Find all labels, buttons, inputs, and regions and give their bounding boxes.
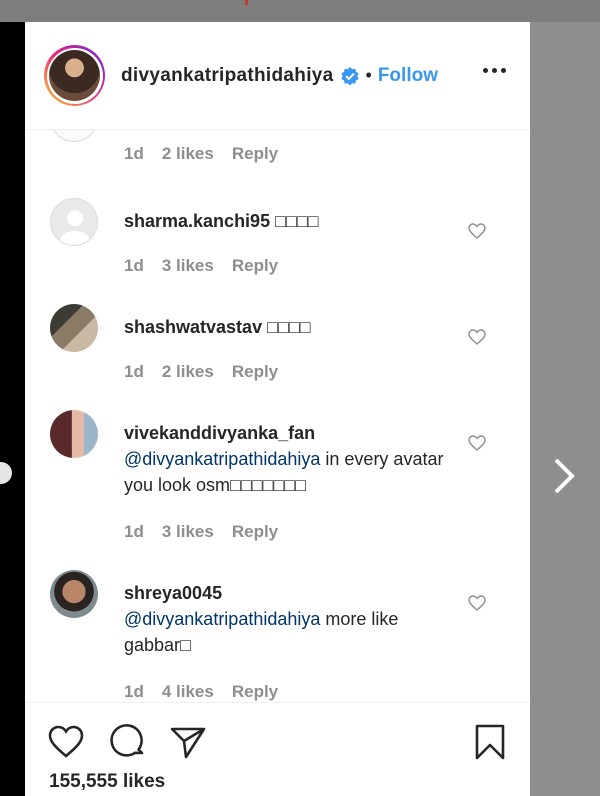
top-comment-meta: 1d 2 likes Reply xyxy=(124,144,278,164)
comment-username[interactable]: shashwatvastav xyxy=(124,317,262,337)
comment-avatar[interactable] xyxy=(50,570,98,618)
comment-text: shashwatvastav □□□□ xyxy=(124,314,454,340)
comment-avatar[interactable] xyxy=(50,304,98,352)
header-separator: • xyxy=(365,65,372,85)
post-header: divyankatripathidahiya • Follow xyxy=(25,22,530,130)
like-comment-heart-icon[interactable] xyxy=(468,594,486,612)
reply-button[interactable]: Reply xyxy=(232,256,278,276)
comment-username[interactable]: sharma.kanchi95 xyxy=(124,211,270,231)
comment-username[interactable]: shreya0045 xyxy=(124,580,454,606)
more-options-icon[interactable] xyxy=(483,68,506,73)
reply-button[interactable]: Reply xyxy=(232,522,278,542)
default-avatar-icon xyxy=(60,210,90,245)
previous-media-edge xyxy=(0,22,25,796)
like-heart-icon[interactable] xyxy=(47,723,85,761)
like-comment-heart-icon[interactable] xyxy=(468,222,486,240)
post-action-bar: 155,555 likes xyxy=(25,702,530,796)
avatar-photo xyxy=(49,50,100,101)
comments-list[interactable]: 1d 2 likes Reply sharma.kanchi95 □□□□ 1d… xyxy=(25,130,530,702)
save-bookmark-icon[interactable] xyxy=(471,723,509,761)
comment-likes[interactable]: 2 likes xyxy=(162,362,214,382)
comment-time: 1d xyxy=(124,144,144,163)
profile-username[interactable]: divyankatripathidahiya xyxy=(121,65,334,87)
comment-likes[interactable]: 3 likes xyxy=(162,522,214,542)
comment-meta: 1d 2 likes Reply xyxy=(124,362,278,382)
comment-content: □□□□ xyxy=(275,211,319,231)
comment-time: 1d xyxy=(124,522,144,541)
like-comment-heart-icon[interactable] xyxy=(468,328,486,346)
comment-likes[interactable]: 3 likes xyxy=(162,256,214,276)
comment-meta: 1d 3 likes Reply xyxy=(124,256,278,276)
comment-time: 1d xyxy=(124,682,144,701)
comment-likes[interactable]: 4 likes xyxy=(162,682,214,702)
follow-button[interactable]: Follow xyxy=(378,65,438,87)
profile-avatar[interactable] xyxy=(44,45,105,106)
comment-mention-link[interactable]: @divyankatripathidahiya xyxy=(124,449,320,469)
post-likes-count[interactable]: 155,555 likes xyxy=(49,771,165,793)
comment-avatar[interactable] xyxy=(50,410,98,458)
comment-meta: 1d 4 likes Reply xyxy=(124,682,278,702)
comment-text: sharma.kanchi95 □□□□ xyxy=(124,208,454,234)
post-panel: divyankatripathidahiya • Follow 1d 2 lik… xyxy=(25,22,530,796)
reply-button[interactable]: Reply xyxy=(232,144,278,164)
like-comment-heart-icon[interactable] xyxy=(468,434,486,452)
comment-time: 1d xyxy=(124,362,144,381)
verified-badge-icon xyxy=(340,66,359,85)
comment-bubble-icon[interactable] xyxy=(109,723,147,761)
reply-button[interactable]: Reply xyxy=(232,362,278,382)
comment-content: □□□□ xyxy=(267,317,311,337)
share-send-icon[interactable] xyxy=(169,723,207,761)
comment-likes[interactable]: 2 likes xyxy=(162,144,214,164)
reply-button[interactable]: Reply xyxy=(232,682,278,702)
comment-time: 1d xyxy=(124,256,144,275)
comment-meta: 1d 3 likes Reply xyxy=(124,522,278,542)
comment-username[interactable]: vivekanddivyanka_fan xyxy=(124,420,454,446)
comment-mention-link[interactable]: @divyankatripathidahiya xyxy=(124,609,320,629)
top-overlay-bar xyxy=(0,0,600,22)
partial-comment-avatar xyxy=(50,130,98,142)
indicator-dot xyxy=(245,0,248,5)
comment-text: vivekanddivyanka_fan @divyankatripathida… xyxy=(124,420,454,498)
comment-avatar[interactable] xyxy=(50,198,98,246)
comment-text: shreya0045 @divyankatripathidahiya more … xyxy=(124,580,454,658)
next-arrow-button[interactable] xyxy=(548,456,578,496)
